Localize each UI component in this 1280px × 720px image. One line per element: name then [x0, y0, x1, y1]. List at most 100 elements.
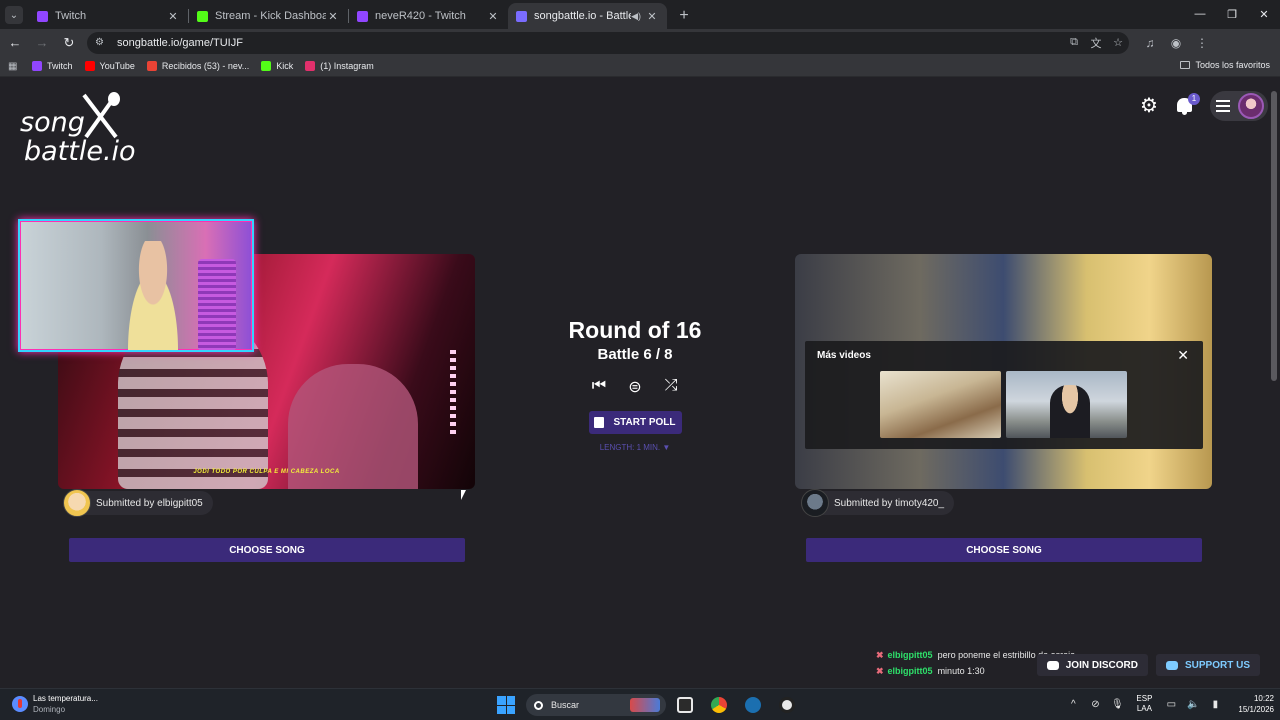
suggested-video-thumbnail[interactable]: [880, 371, 1001, 438]
back-icon[interactable]: ←: [3, 31, 27, 55]
user-menu-button[interactable]: [1210, 91, 1268, 121]
choose-song-left-button[interactable]: CHOOSE SONG: [69, 538, 465, 562]
avatar: [801, 489, 829, 517]
bookmark-twitch[interactable]: Twitch: [32, 61, 73, 71]
restore-icon[interactable]: ❐: [1216, 0, 1248, 28]
length-dropdown[interactable]: LENGTH: 1 MIN. ▼: [535, 443, 735, 452]
minimize-icon[interactable]: —: [1184, 0, 1216, 28]
start-poll-button[interactable]: START POLL: [588, 411, 682, 434]
taskbar-apps: Buscar: [497, 694, 802, 716]
right-song-video[interactable]: Más videos ✕: [795, 254, 1212, 489]
search-highlight-image: [630, 698, 660, 712]
notifications-bell-icon[interactable]: 1: [1174, 93, 1200, 117]
logo-text-song: song: [20, 107, 85, 138]
hamburger-menu-icon: [1216, 97, 1230, 115]
more-menu-icon[interactable]: ⋮: [1189, 36, 1215, 50]
speaker-icon[interactable]: ◀): [631, 11, 641, 22]
window-controls: — ❐ ✕: [1184, 0, 1280, 28]
media-control-icon[interactable]: ♫: [1137, 36, 1163, 50]
taskbar-clock[interactable]: 10:22 15/1/2026: [1238, 693, 1274, 715]
bookmark-instagram[interactable]: (1) Instagram: [305, 61, 374, 71]
volume-icon[interactable]: 🔈: [1182, 699, 1204, 710]
clock-time: 10:22: [1253, 694, 1274, 703]
support-us-button[interactable]: SUPPORT US: [1155, 654, 1260, 676]
browser-tab-kick[interactable]: Stream - Kick Dashboard ✕: [189, 3, 348, 29]
windows-start-icon[interactable]: [497, 696, 515, 714]
reload-icon[interactable]: ↻: [57, 31, 81, 55]
tray-overflow-icon[interactable]: ^: [1062, 699, 1084, 710]
close-tab-icon[interactable]: ✕: [486, 10, 500, 23]
bookmark-gmail[interactable]: Recibidos (53) - nev...: [146, 61, 250, 71]
kick-icon: [261, 61, 272, 71]
shuffle-icon[interactable]: ⤮: [653, 377, 689, 397]
microphone-icon[interactable]: 🎙: [1106, 699, 1128, 710]
streamer-webcam-overlay: [18, 219, 254, 352]
tab-title: neveR420 - Twitch: [375, 10, 466, 22]
display-icon[interactable]: ▭: [1160, 699, 1182, 710]
video-subtitle: JODI TODO POR CULPA E MI CABEZA LOCA: [193, 469, 340, 475]
browser-tab-twitch[interactable]: Twitch ✕: [29, 3, 188, 29]
network-icon[interactable]: ⊘: [1084, 699, 1106, 710]
weather-widget[interactable]: Las temperatura... Domingo: [12, 694, 98, 714]
tab-search-button[interactable]: ⌄: [5, 6, 23, 24]
join-discord-label: JOIN DISCORD: [1065, 659, 1138, 671]
new-tab-button[interactable]: +: [673, 5, 695, 27]
songbattle-favicon-icon: [516, 10, 527, 22]
all-bookmarks[interactable]: Todos los favoritos: [1180, 60, 1270, 70]
obs-icon[interactable]: [772, 694, 802, 716]
previous-battle-icon[interactable]: ⏮: [581, 377, 617, 397]
streamer-image: [118, 241, 188, 350]
url-text[interactable]: songbattle.io/game/TUIJF: [117, 37, 1063, 49]
poll-icon: [594, 417, 605, 428]
top-navigation: ⚙ 1: [1138, 91, 1268, 121]
bookmarks-bar: ▦ Twitch YouTube Recibidos (53) - nev...…: [0, 56, 1280, 77]
bookmark-star-icon[interactable]: ☆: [1107, 36, 1129, 49]
site-info-icon[interactable]: ⚙: [95, 37, 109, 48]
coin-icon[interactable]: ⊜: [617, 377, 653, 397]
chat-badge-icon: ✖: [876, 665, 884, 676]
browser-tab-never420[interactable]: neveR420 - Twitch ✕: [349, 3, 508, 29]
page-scrollbar[interactable]: [1271, 91, 1277, 381]
close-icon[interactable]: ✕: [1177, 347, 1189, 364]
file-explorer-icon[interactable]: [670, 694, 700, 716]
bookmark-kick[interactable]: Kick: [261, 61, 293, 71]
language-indicator[interactable]: ESP LAA: [1136, 694, 1152, 714]
translate-icon[interactable]: 文: [1085, 35, 1107, 51]
system-tray: ^ ⊘ 🎙 ESP LAA ▭ 🔈 ▮ 10:22 15/1/2026: [1062, 693, 1274, 715]
choose-song-right-button[interactable]: CHOOSE SONG: [806, 538, 1202, 562]
clock-date: 15/1/2026: [1238, 705, 1274, 714]
microphone-image: [198, 259, 236, 350]
notification-badge: 1: [1188, 93, 1200, 105]
more-videos-title: Más videos: [817, 350, 871, 361]
close-tab-icon[interactable]: ✕: [645, 10, 659, 23]
taskbar-search[interactable]: Buscar: [526, 694, 666, 716]
search-icon: [534, 700, 543, 710]
close-tab-icon[interactable]: ✕: [326, 10, 340, 23]
bookmark-youtube[interactable]: YouTube: [84, 61, 135, 71]
twitch-icon: [32, 61, 42, 71]
close-window-icon[interactable]: ✕: [1248, 0, 1280, 28]
bookmark-label: Recibidos (53) - nev...: [161, 61, 250, 71]
cast-icon[interactable]: ⧉: [1063, 36, 1085, 49]
address-bar[interactable]: ⚙ songbattle.io/game/TUIJF ⧉ 文 ☆: [87, 31, 1129, 54]
tab-title: songbattle.io - Battle Songs: [534, 10, 631, 22]
apps-grid-icon[interactable]: ▦: [8, 61, 22, 72]
close-tab-icon[interactable]: ✕: [166, 10, 180, 23]
suggested-video-thumbnail[interactable]: [1006, 371, 1127, 438]
more-videos-panel: Más videos ✕: [805, 341, 1203, 449]
steam-icon[interactable]: [738, 694, 768, 716]
browser-tab-strip: ⌄ Twitch ✕ Stream - Kick Dashboard ✕ nev…: [0, 0, 1280, 29]
tab-title: Twitch: [55, 10, 87, 22]
discord-icon: [1046, 660, 1059, 670]
browser-tab-songbattle[interactable]: songbattle.io - Battle Songs ◀) ✕: [508, 3, 667, 29]
profile-icon[interactable]: ◉: [1163, 36, 1189, 50]
chrome-icon[interactable]: [704, 694, 734, 716]
language-code: ESP: [1136, 694, 1153, 703]
weather-subtitle: Domingo: [33, 705, 66, 714]
settings-gear-icon[interactable]: ⚙: [1138, 95, 1160, 117]
forward-icon[interactable]: →: [30, 31, 54, 55]
battery-icon[interactable]: ▮: [1204, 699, 1226, 710]
chat-text: minuto 1:30: [937, 666, 985, 676]
join-discord-button[interactable]: JOIN DISCORD: [1036, 654, 1148, 676]
songbattle-logo[interactable]: song battle.io: [20, 91, 140, 171]
